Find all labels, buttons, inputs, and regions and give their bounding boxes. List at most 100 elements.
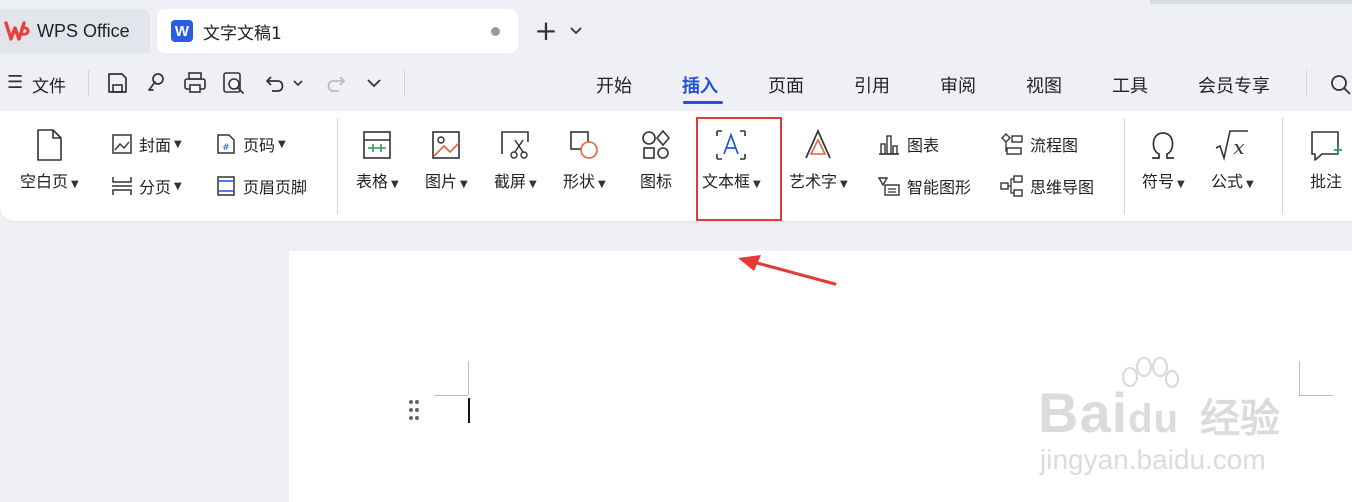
page-number-label: 页码 [243,136,276,155]
divider [1306,70,1307,96]
text-cursor [468,398,470,423]
header-footer-label: 页眉页脚 [243,178,308,197]
file-menu[interactable]: 文件 [32,72,66,97]
picture-icon [432,131,461,159]
icon-library-button[interactable]: 图标 [640,128,672,192]
scissors-icon [501,131,530,159]
crop-mark [468,361,469,395]
tab-tools[interactable]: 工具 [1112,72,1148,98]
mindmap-button[interactable]: 思维导图 [1000,173,1094,199]
watermark-brand-cn: 经验 [1200,397,1280,441]
screenshot-label: 截屏 [494,172,527,191]
wordart-button[interactable]: 艺术字 ▼ [789,128,848,192]
symbol-label: 符号 [1142,172,1175,191]
tab-review[interactable]: 审阅 [940,72,976,98]
svg-text:#: # [222,143,230,153]
shape-icon [570,131,599,159]
chart-label: 图表 [907,136,940,155]
cover-button[interactable]: 封面 ▼ [111,131,182,157]
formula-label: 公式 [1211,172,1244,191]
page-break-label: 分页 [139,178,172,197]
chart-button[interactable]: 图表 [877,131,939,157]
drag-handle-icon[interactable] [407,398,421,422]
redo-icon[interactable] [322,70,348,96]
app-title: WPS Office [37,20,130,41]
tab-home[interactable]: 开始 [596,72,632,98]
tab-view[interactable]: 视图 [1026,72,1062,98]
header-footer-icon [217,176,235,196]
blank-page-label: 空白页 [20,172,69,191]
tab-member[interactable]: 会员专享 [1198,72,1270,98]
icon-library-label: 图标 [640,172,673,191]
chart-icon [879,135,899,155]
highlight-box [696,117,782,221]
tab-insert[interactable]: 插入 [682,72,718,98]
comment-label: 批注 [1309,172,1342,191]
annotation-arrow [738,255,837,286]
smartart-icon [877,177,900,196]
print-icon[interactable] [182,70,208,96]
divider [1282,118,1283,214]
tab-references[interactable]: 引用 [854,72,890,98]
undo-dropdown-icon[interactable] [292,77,304,89]
blank-page-button[interactable]: 空白页 ▼ [20,128,79,192]
formula-button[interactable]: x 公式 ▼ [1211,128,1254,192]
print-preview-icon[interactable] [221,70,247,96]
page-break-button[interactable]: 分页 ▼ [111,173,182,199]
svg-text:x: x [1234,135,1245,159]
table-icon [363,131,392,159]
mindmap-label: 思维导图 [1030,178,1095,197]
tab-page[interactable]: 页面 [768,72,804,98]
page-break-icon [112,177,132,195]
smartart-label: 智能图形 [907,178,972,197]
flowchart-icon [1001,133,1023,155]
flowchart-label: 流程图 [1030,136,1079,155]
watermark-url: jingyan.baidu.com [1040,444,1266,475]
undo-icon[interactable] [263,70,289,96]
sqrt-icon: x [1216,130,1249,161]
watermark-brand: Baidu [1038,380,1179,445]
header-footer-button[interactable]: 页眉页脚 [215,173,307,199]
chevron-down-icon[interactable] [568,20,584,40]
picture-label: 图片 [425,172,458,191]
symbol-button[interactable]: 符号 ▼ [1142,128,1185,192]
crop-mark [1299,395,1333,396]
divider [88,70,89,96]
page-number-button[interactable]: # 页码 ▼ [215,131,286,157]
doc-tab[interactable]: W 文字文稿1 [157,9,518,53]
comment-button[interactable]: 批注 [1308,128,1344,192]
divider [337,118,338,214]
flowchart-button[interactable]: 流程图 [1000,131,1078,157]
smartart-button[interactable]: 智能图形 [877,173,971,199]
new-tab-button[interactable]: + [533,16,559,46]
screenshot-button[interactable]: 截屏 ▼ [494,128,537,192]
unsaved-indicator [491,27,500,36]
word-doc-icon: W [171,20,193,42]
shape-button[interactable]: 形状 ▼ [563,128,606,192]
search-icon[interactable] [1328,72,1352,96]
window-edge [1150,0,1352,4]
blank-page-icon [37,129,63,161]
wordart-icon [805,128,832,159]
cover-icon [112,134,132,154]
menu-icon[interactable]: ☰ [7,72,23,93]
omega-icon [1152,132,1175,159]
picture-button[interactable]: 图片 ▼ [425,128,468,192]
icon-library-icon [642,129,671,159]
watermark-brand-du: du [1128,397,1180,441]
cover-label: 封面 [139,136,172,155]
app-tab-wps-office[interactable]: WPS Office [0,9,150,53]
crop-mark [1299,361,1300,395]
wps-logo-icon [4,21,30,41]
link-icon[interactable] [143,70,169,96]
watermark-brand-en: Bai [1038,381,1129,444]
divider [1124,118,1125,214]
wordart-label: 艺术字 [789,172,838,191]
crop-mark [434,395,468,396]
doc-title: 文字文稿1 [203,23,282,44]
table-label: 表格 [356,172,389,191]
table-button[interactable]: 表格 ▼ [356,128,399,192]
save-icon[interactable] [104,70,130,96]
more-icon[interactable] [361,70,387,96]
page-number-icon: # [217,134,235,154]
